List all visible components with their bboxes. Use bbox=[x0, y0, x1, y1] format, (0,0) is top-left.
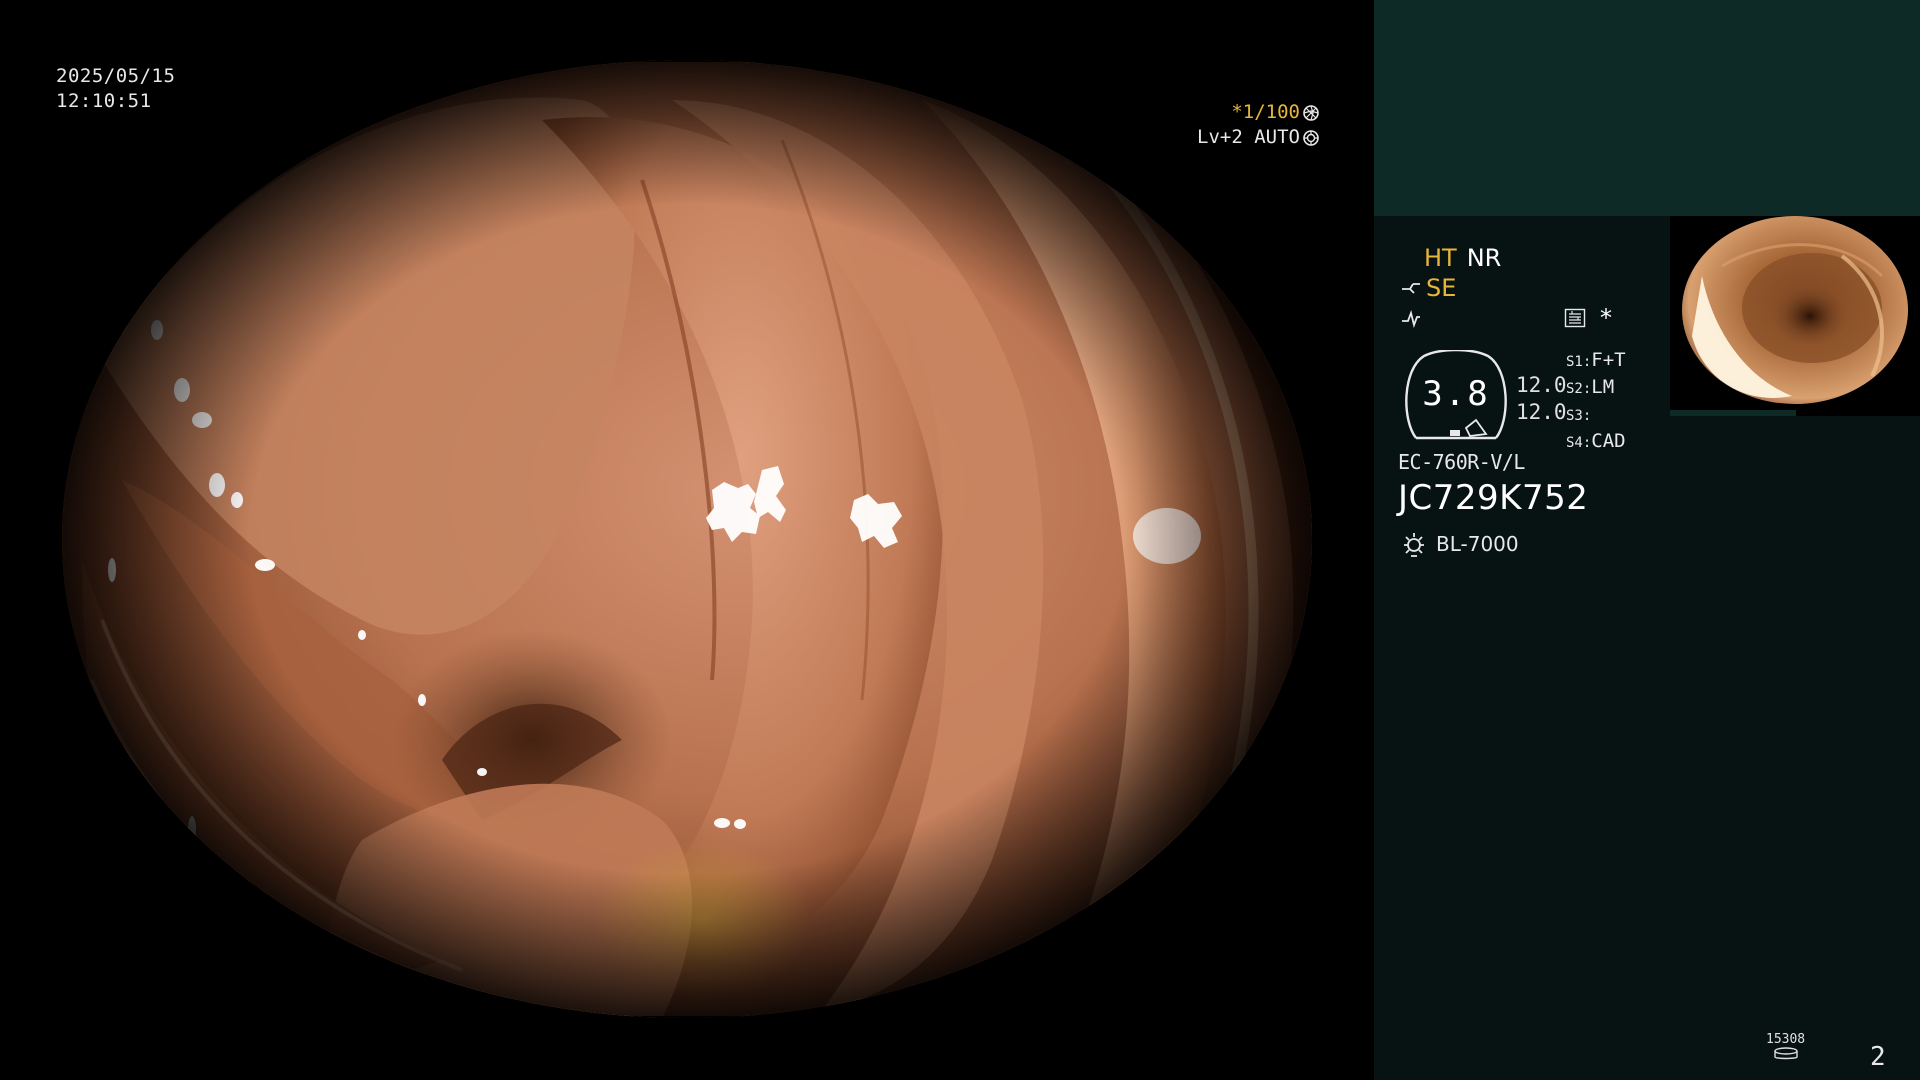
shutter-speed-text: *1/100 bbox=[1231, 101, 1300, 123]
exposure-info: *1/100 Lv+2 AUTO bbox=[1196, 100, 1320, 150]
panel-header-area bbox=[1374, 0, 1920, 216]
switch-row: S1:F+T bbox=[1566, 349, 1626, 371]
asterisk-indicator: * bbox=[1600, 304, 1612, 332]
colon-mucosa-image bbox=[62, 60, 1312, 1018]
scope-switch-list: S1:F+T S2:LM S3: S4:CAD bbox=[1566, 348, 1626, 456]
switch-row: S3: bbox=[1566, 408, 1592, 424]
aperture-icon bbox=[1303, 104, 1319, 121]
structure-enhance-icon bbox=[1564, 308, 1586, 328]
iris-icon bbox=[1303, 129, 1319, 146]
endoscope-live-image bbox=[62, 60, 1312, 1018]
scope-tip-icon bbox=[1402, 283, 1420, 294]
light-source-row: BL-7000 bbox=[1400, 530, 1519, 558]
thumbnail-mucosa-image bbox=[1682, 216, 1908, 404]
level-top-value: 12.0 bbox=[1516, 373, 1567, 397]
image-counter: 15308 bbox=[1766, 1032, 1805, 1065]
scope-model-text: EC-760R-V/L bbox=[1398, 450, 1525, 474]
counter-value: 15308 bbox=[1766, 1032, 1806, 1047]
scope-serial-text: JC729K752 bbox=[1398, 478, 1589, 518]
endoscopy-monitor: 2025/05/15 12:10:51 *1/100 Lv+2 AUTO HT … bbox=[0, 0, 1920, 1080]
date-time-display: 2025/05/15 12:10:51 bbox=[56, 64, 175, 114]
pump-row bbox=[1400, 306, 1422, 331]
disk-counter-icon bbox=[1773, 1047, 1798, 1060]
level-bottom-value: 12.0 bbox=[1516, 400, 1567, 424]
thumbnail-image bbox=[1682, 216, 1908, 404]
image-mode-row: HT NR bbox=[1424, 244, 1501, 272]
date-text: 2025/05/15 bbox=[56, 65, 176, 87]
switch-row: S4:CAD bbox=[1566, 430, 1626, 452]
waveform-icon bbox=[1402, 309, 1420, 329]
level-values: 12.0 12.0 bbox=[1516, 372, 1567, 426]
light-source-icon bbox=[1404, 533, 1424, 557]
endoscope-viewport: 2025/05/15 12:10:51 *1/100 Lv+2 AUTO bbox=[0, 0, 1374, 1080]
se-mode-row: SE bbox=[1400, 274, 1456, 302]
info-panel: HT NR SE * 3.8 12.0 12.0 S1:F+T S2:LM S3… bbox=[1374, 0, 1920, 1080]
brightness-level-text: Lv+2 AUTO bbox=[1197, 126, 1300, 148]
light-source-text: BL-7000 bbox=[1436, 532, 1519, 556]
page-number: 2 bbox=[1870, 1042, 1886, 1072]
zoom-value: 3.8 bbox=[1422, 374, 1490, 414]
structure-enhance-indicator bbox=[1564, 308, 1586, 332]
se-mode-label: SE bbox=[1426, 274, 1457, 302]
panel-body: HT NR SE * 3.8 12.0 12.0 S1:F+T S2:LM S3… bbox=[1374, 216, 1920, 1080]
captured-image-thumbnail[interactable] bbox=[1670, 216, 1920, 416]
switch-row: S2:LM bbox=[1566, 376, 1615, 398]
nr-mode-label: NR bbox=[1466, 244, 1502, 272]
time-text: 12:10:51 bbox=[56, 90, 152, 112]
thumbnail-status-bar bbox=[1670, 410, 1796, 416]
ht-mode-label: HT bbox=[1424, 244, 1457, 272]
